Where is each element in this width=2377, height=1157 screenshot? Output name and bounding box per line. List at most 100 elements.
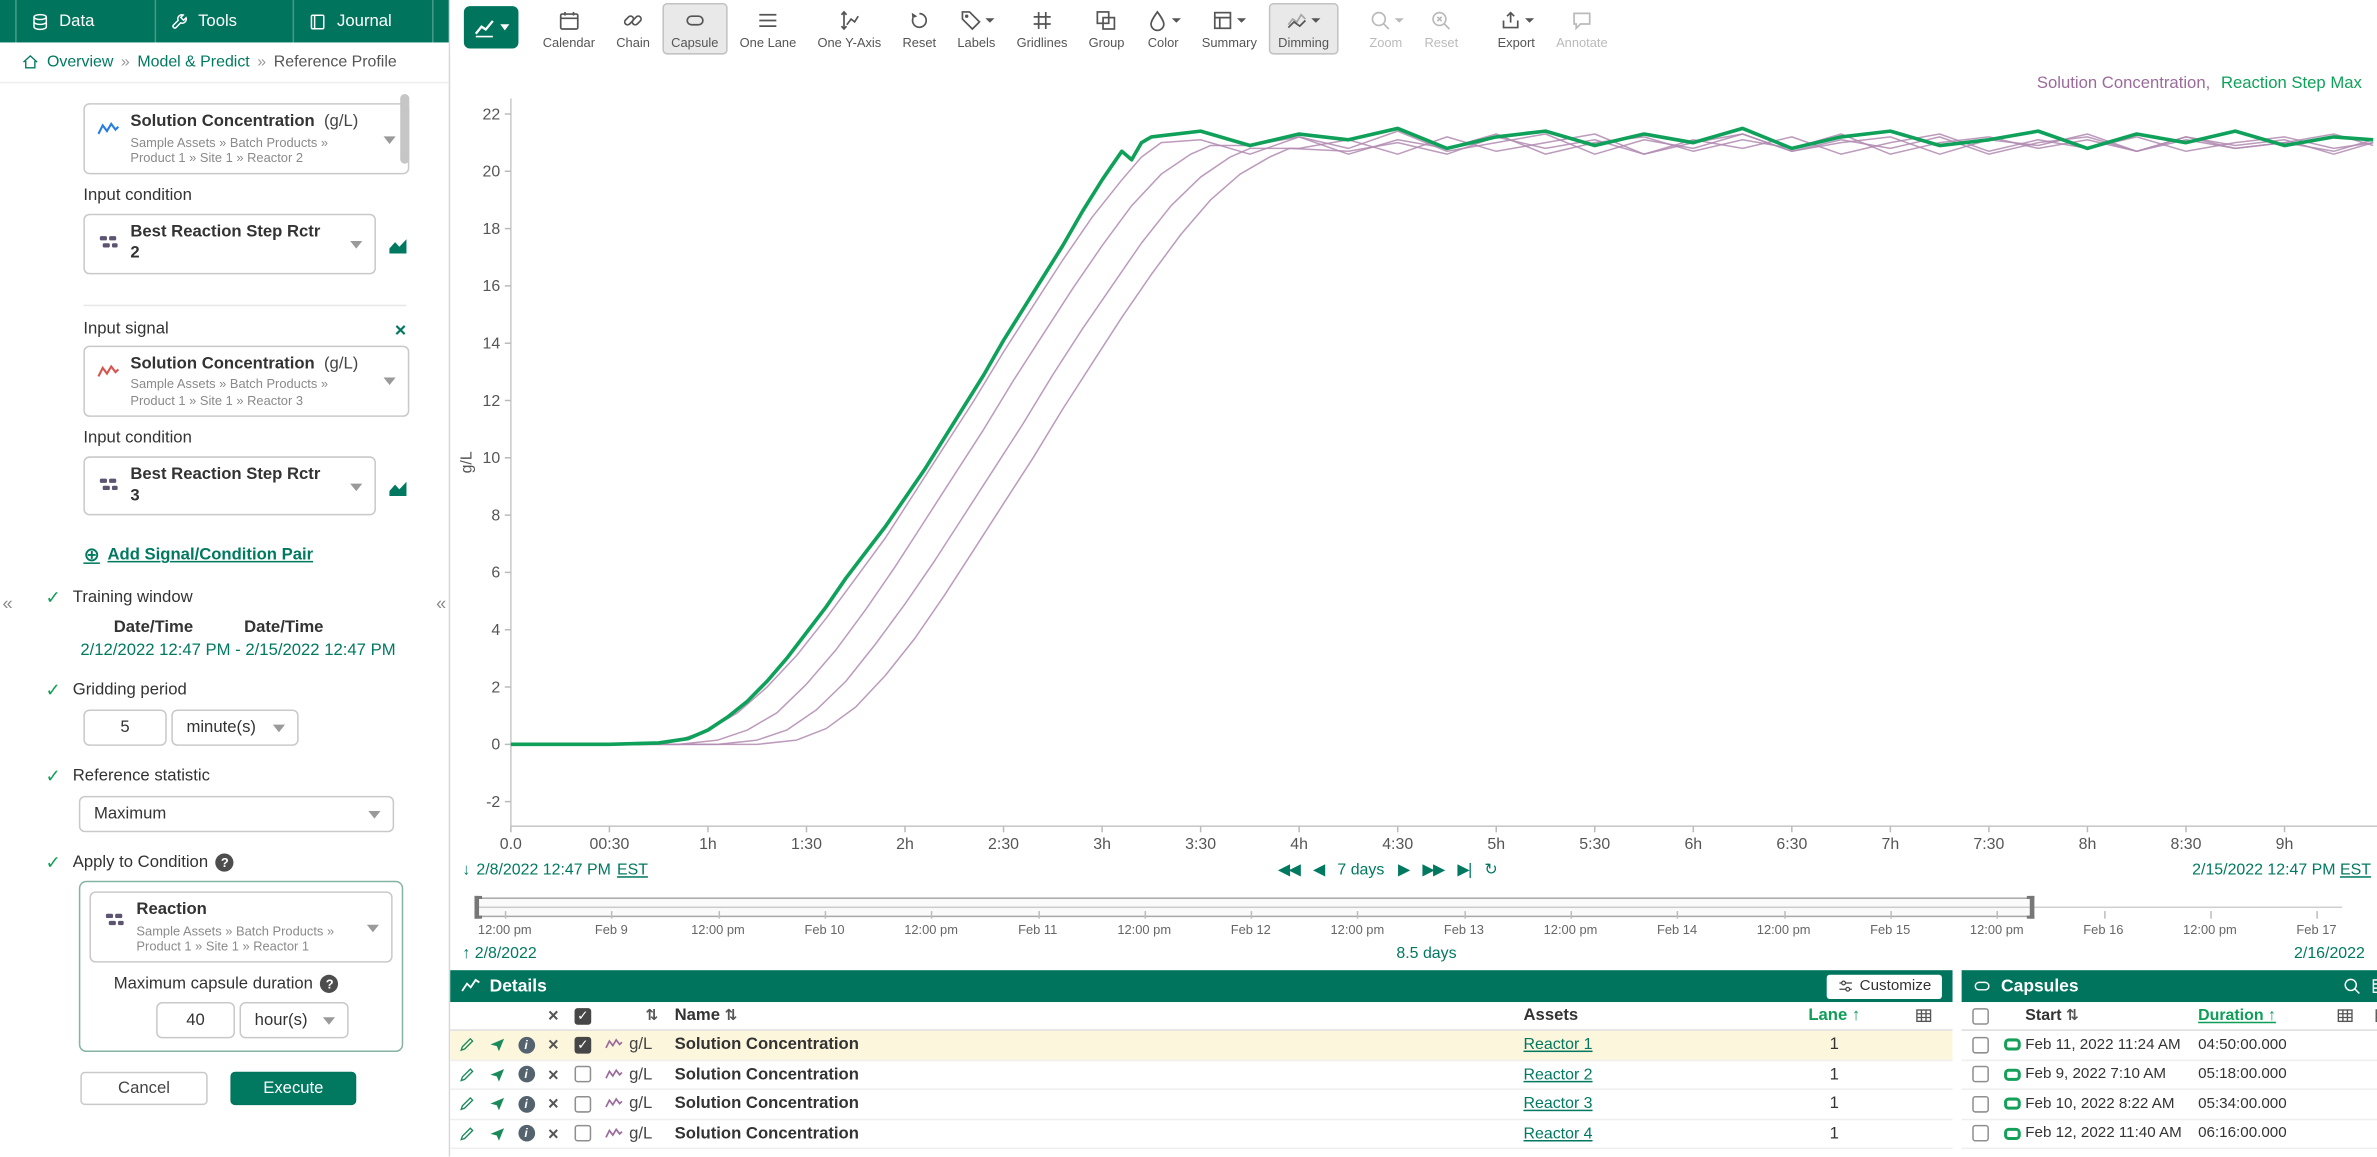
timebar-selection[interactable] — [478, 897, 2032, 917]
column-header-name[interactable]: Name — [675, 1007, 720, 1025]
asset-link[interactable]: Reactor 2 — [1524, 1065, 1593, 1083]
edit-icon[interactable] — [457, 1124, 475, 1142]
sort-icon[interactable]: ⇅ — [645, 1007, 658, 1024]
capsule-checkbox[interactable] — [1971, 1037, 1988, 1054]
pan-back-button[interactable]: ◀ — [1313, 861, 1324, 879]
training-end-link[interactable]: 2/15/2022 12:47 PM — [245, 642, 395, 660]
toolbar-button-export[interactable]: Export — [1488, 3, 1543, 55]
send-icon[interactable] — [488, 1095, 506, 1113]
remove-pair-icon[interactable]: × — [395, 319, 407, 339]
toolbar-button-reset[interactable]: Reset — [893, 3, 945, 55]
tab-journal[interactable]: Journal — [295, 0, 434, 42]
condition-preview-chart-icon[interactable] — [387, 236, 410, 259]
toolbar-button-one-lane[interactable]: One Lane — [731, 3, 806, 55]
row-checkbox[interactable] — [575, 1066, 592, 1083]
send-icon[interactable] — [488, 1124, 506, 1142]
pan-forward-button[interactable]: ▶ — [1398, 861, 1409, 879]
home-icon[interactable] — [21, 53, 39, 71]
condition-preview-chart-icon[interactable] — [387, 478, 410, 501]
capsule-row[interactable]: Feb 10, 2022 8:22 AM05:34:00.000 — [1962, 1090, 2377, 1120]
toolbar-button-labels[interactable]: Labels — [948, 3, 1004, 55]
investigate-end-link[interactable]: 2/16/2022 — [2294, 944, 2365, 962]
remove-icon[interactable]: × — [548, 1036, 559, 1054]
column-header-lane[interactable]: Lane — [1808, 1007, 1847, 1025]
toolbar-button-capsule[interactable]: Capsule — [662, 3, 727, 55]
range-end-timezone-link[interactable]: EST — [2340, 861, 2371, 879]
edit-icon[interactable] — [457, 1065, 475, 1083]
toolbar-button-one-y-axis[interactable]: One Y-Axis — [808, 3, 890, 55]
send-icon[interactable] — [488, 1065, 506, 1083]
chart-type-button[interactable] — [464, 6, 519, 48]
add-column-icon[interactable] — [1915, 1007, 1933, 1025]
collapse-data-panel-handle[interactable]: « — [0, 588, 15, 618]
details-row[interactable]: i×g/LSolution ConcentrationReactor 31 — [450, 1090, 1952, 1120]
select-all-capsules-checkbox[interactable] — [1971, 1007, 1988, 1024]
capsule-row[interactable]: Feb 9, 2022 7:10 AM05:18:00.000 — [1962, 1060, 2377, 1090]
execute-button[interactable]: Execute — [230, 1072, 356, 1105]
range-start-timezone-link[interactable]: EST — [617, 861, 648, 879]
timebar-left-handle[interactable] — [474, 896, 482, 919]
range-duration-link[interactable]: 7 days — [1337, 861, 1384, 879]
chart-canvas[interactable]: 2220181614121086420-20.000:301h1:302h2:3… — [450, 56, 2377, 858]
collapse-tools-panel-handle[interactable]: « — [434, 588, 449, 618]
signal-select-pair2[interactable]: Solution Concentration (g/L) Sample Asse… — [83, 345, 409, 416]
investigate-start[interactable]: ↑ 2/8/2022 — [462, 944, 536, 962]
breadcrumb-overview[interactable]: Overview — [47, 53, 113, 71]
info-icon[interactable]: i — [518, 1096, 535, 1113]
toolbar-button-gridlines[interactable]: Gridlines — [1007, 3, 1076, 55]
pan-forward-fast-button[interactable]: ▶▶ — [1422, 861, 1443, 879]
timebar-right-handle[interactable] — [2027, 896, 2035, 919]
capsule-row[interactable]: Feb 11, 2022 11:24 AM04:50:00.000 — [1962, 1031, 2377, 1061]
row-checkbox[interactable] — [575, 1096, 592, 1113]
column-header-assets[interactable]: Assets — [1524, 1007, 1579, 1025]
toolbar-button-group[interactable]: Group — [1080, 3, 1134, 55]
edit-icon[interactable] — [457, 1036, 475, 1054]
capsule-row[interactable]: Feb 12, 2022 11:40 AM06:16:00.000 — [1962, 1120, 2377, 1150]
add-signal-condition-pair-link[interactable]: ⊕ Add Signal/Condition Pair — [83, 543, 409, 567]
table-icon[interactable] — [2371, 976, 2377, 996]
column-header-duration[interactable]: Duration — [2198, 1007, 2263, 1025]
sidebar-scrollbar[interactable] — [400, 94, 409, 164]
help-icon[interactable]: ? — [216, 854, 234, 872]
toolbar-button-calendar[interactable]: Calendar — [534, 3, 604, 55]
training-start-link[interactable]: 2/12/2022 12:47 PM — [80, 642, 230, 660]
gridding-unit-select[interactable]: minute(s) — [171, 710, 298, 746]
capsule-checkbox[interactable] — [1971, 1125, 1988, 1142]
reference-statistic-select[interactable]: Maximum — [79, 796, 394, 832]
tab-data[interactable]: Data — [15, 0, 155, 42]
toolbar-button-chain[interactable]: Chain — [607, 3, 659, 55]
investigate-duration-link[interactable]: 8.5 days — [1396, 944, 1456, 962]
toolbar-button-summary[interactable]: Summary — [1193, 3, 1266, 55]
remove-icon[interactable]: × — [548, 1065, 559, 1083]
signal-select-pair1[interactable]: Solution Concentration (g/L) Sample Asse… — [83, 103, 409, 174]
remove-icon[interactable]: × — [548, 1095, 559, 1113]
range-end-link[interactable]: 2/15/2022 12:47 PM — [2192, 861, 2335, 879]
edit-icon[interactable] — [457, 1095, 475, 1113]
asset-link[interactable]: Reactor 3 — [1524, 1095, 1593, 1113]
apply-condition-select[interactable]: Reaction Sample Assets » Batch Products … — [89, 892, 392, 963]
toolbar-button-dimming[interactable]: Dimming — [1269, 3, 1338, 55]
info-icon[interactable]: i — [518, 1066, 535, 1083]
magnifier-icon[interactable] — [2342, 976, 2362, 996]
details-row[interactable]: i×✓g/LSolution ConcentrationReactor 11 — [450, 1031, 1952, 1061]
column-header-start[interactable]: Start — [2025, 1007, 2061, 1025]
row-checkbox[interactable] — [575, 1125, 592, 1142]
trend-chart[interactable]: 2220181614121086420-20.000:301h1:302h2:3… — [450, 56, 2377, 858]
info-icon[interactable]: i — [518, 1037, 535, 1054]
remove-all-icon[interactable]: × — [548, 1007, 559, 1025]
asset-link[interactable]: Reactor 4 — [1524, 1124, 1593, 1142]
pan-back-fast-button[interactable]: ◀◀ — [1278, 861, 1299, 879]
investigate-start-link[interactable]: 2/8/2022 — [475, 944, 537, 962]
asset-link[interactable]: Reactor 1 — [1524, 1036, 1593, 1054]
add-column-icon[interactable] — [2336, 1007, 2354, 1025]
details-row[interactable]: i×g/LSolution ConcentrationReactor 41 — [450, 1120, 1952, 1150]
help-icon[interactable]: ? — [321, 975, 339, 993]
condition-select-pair1[interactable]: Best Reaction Step Rctr 2 — [83, 214, 376, 274]
range-start-link[interactable]: 2/8/2022 12:47 PM — [476, 861, 611, 879]
go-to-now-button[interactable]: ▶| — [1457, 861, 1470, 879]
breadcrumb-model-predict[interactable]: Model & Predict — [137, 53, 249, 71]
max-duration-value-input[interactable]: 40 — [156, 1003, 235, 1039]
refresh-icon[interactable]: ↻ — [1484, 861, 1496, 879]
max-duration-unit-select[interactable]: hour(s) — [240, 1003, 349, 1039]
toolbar-button-color[interactable]: Color — [1137, 3, 1190, 55]
